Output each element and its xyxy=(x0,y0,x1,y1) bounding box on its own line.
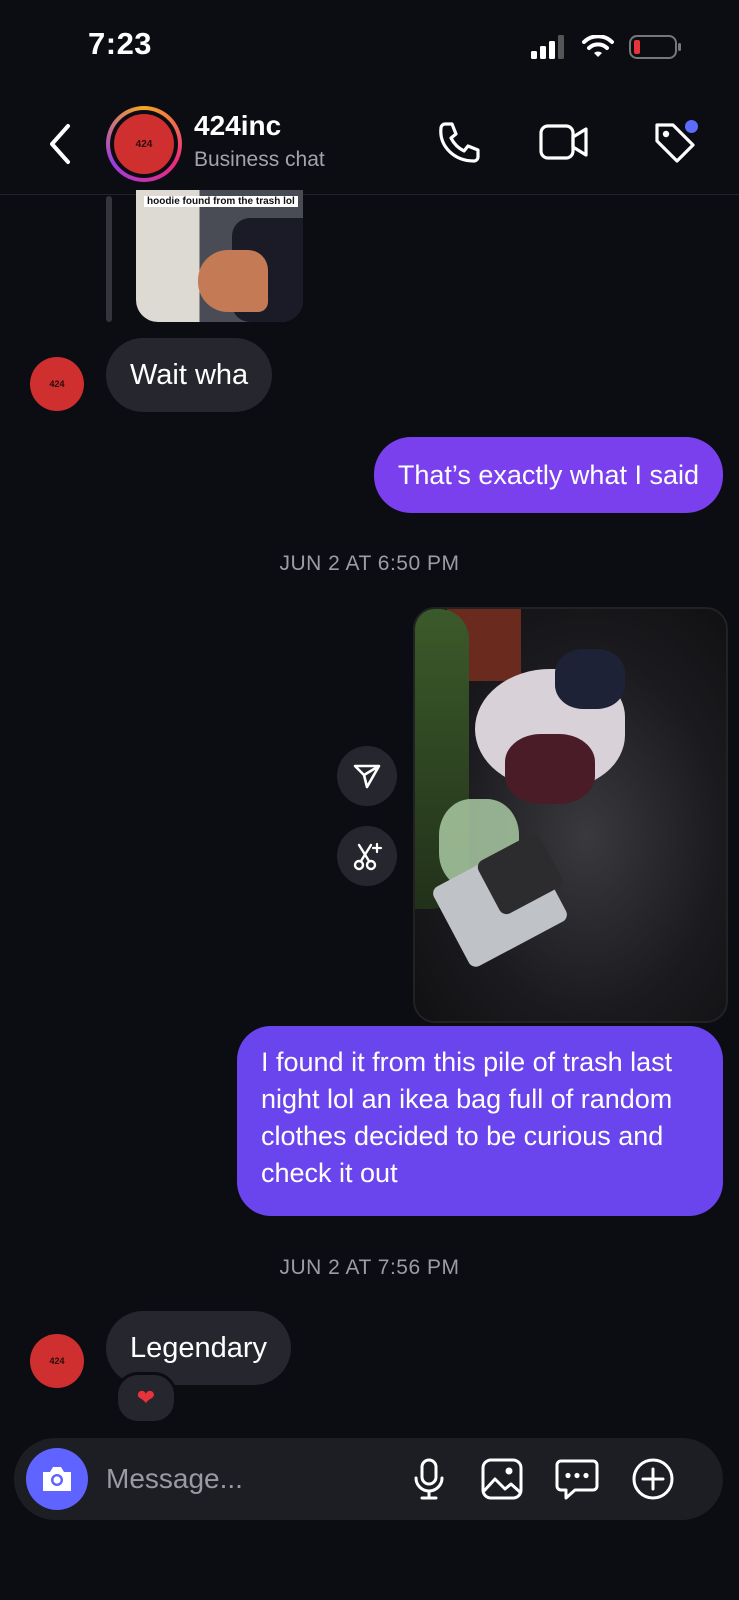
microphone-icon[interactable] xyxy=(406,1456,452,1502)
phone-icon[interactable] xyxy=(432,116,484,168)
chat-header: 424 424inc Business chat xyxy=(0,96,739,195)
replied-image-caption: hoodie found from the trash lol xyxy=(144,196,298,208)
message-timestamp: JUN 2 AT 6:50 PM xyxy=(279,552,460,575)
plus-icon[interactable] xyxy=(630,1456,676,1502)
send-icon[interactable] xyxy=(337,746,397,806)
signal-icon xyxy=(531,35,564,59)
heart-reaction[interactable]: ❤ xyxy=(115,1372,177,1424)
back-icon[interactable] xyxy=(44,120,76,168)
outgoing-message[interactable]: I found it from this pile of trash last … xyxy=(237,1026,723,1216)
cut-sparkle-icon[interactable] xyxy=(337,826,397,886)
notification-dot xyxy=(685,120,698,133)
sender-avatar[interactable]: 424 xyxy=(30,1334,84,1388)
message-input[interactable] xyxy=(106,1438,406,1520)
chat-screen: 7:23 424 424inc Business chat hoodie fou… xyxy=(0,0,739,1600)
message-timestamp: JUN 2 AT 7:56 PM xyxy=(279,1256,460,1279)
avatar-label: 424 xyxy=(114,114,174,174)
hand-shape xyxy=(198,250,268,312)
sent-photo[interactable] xyxy=(413,607,728,1023)
sticker-icon[interactable] xyxy=(554,1456,600,1502)
tag-icon[interactable] xyxy=(648,116,700,168)
wifi-icon xyxy=(582,35,614,57)
message-composer xyxy=(14,1438,723,1520)
replied-image[interactable]: hoodie found from the trash lol xyxy=(136,190,303,322)
outgoing-message[interactable]: That’s exactly what I said xyxy=(373,437,723,513)
reply-indicator-bar xyxy=(106,196,112,322)
contact-name[interactable]: 424inc xyxy=(194,110,281,142)
incoming-message[interactable]: Wait wha xyxy=(106,338,273,412)
header-avatar[interactable]: 424 xyxy=(106,106,182,182)
status-time: 7:23 xyxy=(88,26,153,61)
video-icon[interactable] xyxy=(538,116,590,168)
camera-icon[interactable] xyxy=(26,1448,88,1510)
battery-icon xyxy=(629,35,681,59)
sender-avatar[interactable]: 424 xyxy=(30,357,84,411)
status-icons xyxy=(531,34,683,60)
contact-subtitle: Business chat xyxy=(194,148,325,171)
gallery-icon[interactable] xyxy=(479,1456,525,1502)
